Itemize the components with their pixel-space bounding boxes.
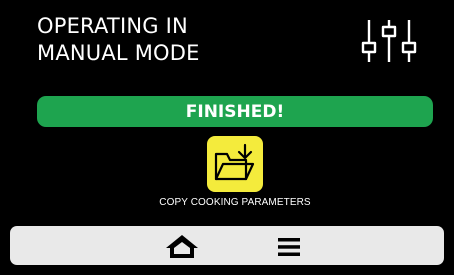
- copy-cooking-parameters-label: COPY COOKING PARAMETERS: [159, 197, 311, 208]
- folder-download-icon: [214, 143, 255, 181]
- status-banner: FINISHED!: [37, 96, 433, 127]
- bottom-nav-bar: [10, 226, 444, 265]
- mode-title: OPERATING IN MANUAL MODE: [37, 13, 200, 67]
- home-button[interactable]: [165, 234, 199, 259]
- copy-cooking-parameters-button[interactable]: [207, 136, 263, 192]
- status-text: FINISHED!: [185, 101, 285, 122]
- mode-title-line1: OPERATING IN: [37, 14, 188, 38]
- mode-title-line2: MANUAL MODE: [37, 41, 200, 65]
- menu-icon: [278, 238, 300, 256]
- sliders-icon: [361, 20, 417, 62]
- settings-button[interactable]: [360, 18, 418, 64]
- home-icon: [166, 235, 198, 258]
- menu-button[interactable]: [278, 237, 300, 257]
